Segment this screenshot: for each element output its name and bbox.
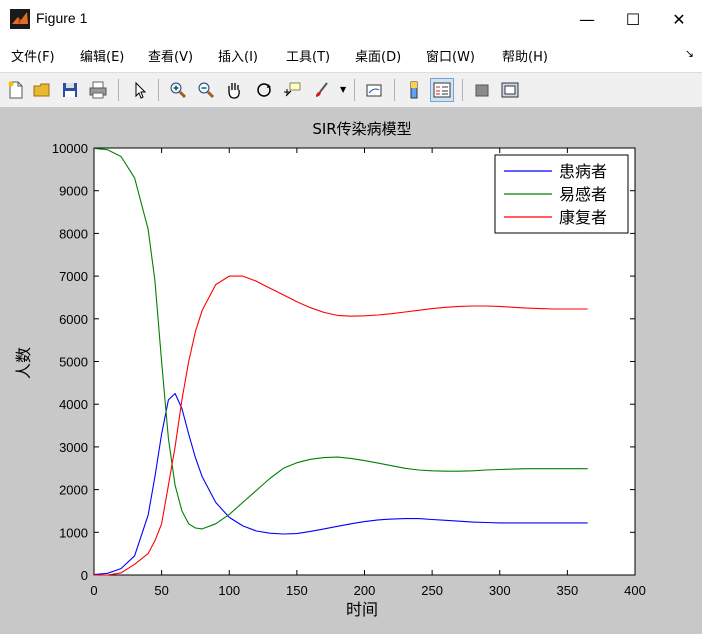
open-file-button[interactable] — [30, 78, 54, 102]
menu-insert[interactable]: 插入(I) — [218, 46, 258, 65]
folder-icon — [33, 83, 50, 97]
link-plot-button[interactable] — [362, 78, 386, 102]
minimize-button[interactable]: — — [564, 0, 610, 38]
figure-toolbar: ▼ — [0, 72, 702, 108]
select-arrow-button[interactable] — [128, 78, 152, 102]
insert-legend-button[interactable] — [430, 78, 454, 102]
close-button[interactable]: ✕ — [656, 0, 702, 38]
menu-help[interactable]: 帮助(H) — [502, 46, 548, 65]
title-bar: Figure 1 — ☐ ✕ — [0, 0, 702, 38]
pointer-arrow-icon — [135, 81, 147, 99]
menu-bar: 文件(F) 编辑(E) 查看(V) 插入(I) 工具(T) 桌面(D) 窗口(W… — [0, 38, 702, 72]
x-tick-label: 400 — [624, 583, 646, 598]
matlab-logo-icon — [10, 9, 30, 29]
rotate-3d-button[interactable] — [252, 78, 276, 102]
y-tick-label: 0 — [81, 568, 88, 583]
x-tick-label: 100 — [218, 583, 240, 598]
toolbar-separator — [462, 79, 463, 101]
legend-label-1: 易感者 — [559, 185, 607, 204]
chart-title: SIR传染病模型 — [312, 120, 411, 138]
x-tick-label: 200 — [354, 583, 376, 598]
legend-label-2: 康复者 — [559, 208, 607, 227]
zoom-in-icon — [170, 82, 187, 99]
x-axis-label: 时间 — [346, 600, 378, 619]
y-tick-label: 3000 — [59, 440, 88, 455]
y-tick-label: 9000 — [59, 184, 88, 199]
toolbar-separator — [354, 79, 355, 101]
menu-edit[interactable]: 编辑(E) — [80, 46, 124, 65]
save-icon — [63, 83, 77, 97]
menu-tools[interactable]: 工具(T) — [286, 46, 330, 65]
y-tick-label: 6000 — [59, 312, 88, 327]
print-button[interactable] — [86, 78, 110, 102]
pan-button[interactable] — [222, 78, 246, 102]
x-tick-label: 50 — [154, 583, 168, 598]
menu-file[interactable]: 文件(F) — [11, 46, 55, 65]
close-icon: ✕ — [672, 9, 686, 29]
data-cursor-icon — [284, 82, 301, 97]
zoom-out-icon — [198, 82, 215, 99]
legend-icon — [433, 82, 451, 98]
figure-canvas[interactable]: SIR传染病模型 0 50 100 150 200 250 300 350 400 0 1000 2… — [0, 107, 702, 634]
zoom-in-button[interactable] — [166, 78, 190, 102]
brush-dropdown-icon[interactable]: ▼ — [340, 85, 346, 94]
window-title: Figure 1 — [36, 10, 88, 26]
show-plot-tools-icon — [501, 82, 519, 98]
y-tick-label: 7000 — [59, 269, 88, 284]
sir-chart: SIR传染病模型 0 50 100 150 200 250 300 350 400 0 1000 2… — [14, 120, 646, 619]
y-tick-label: 4000 — [59, 397, 88, 412]
rotate-icon — [257, 83, 271, 97]
y-tick-label: 8000 — [59, 226, 88, 241]
brush-button[interactable] — [310, 78, 334, 102]
link-plot-icon — [366, 84, 382, 97]
toolbar-separator — [118, 79, 119, 101]
brush-icon — [316, 82, 328, 97]
x-tick-label: 300 — [489, 583, 511, 598]
menu-window[interactable]: 窗口(W) — [426, 46, 475, 65]
y-axis-label: 人数 — [14, 347, 33, 379]
new-figure-button[interactable] — [4, 78, 28, 102]
toolbar-separator — [394, 79, 395, 101]
minimize-icon: — — [579, 9, 595, 29]
x-tick-label: 350 — [557, 583, 579, 598]
insert-colorbar-button[interactable] — [402, 78, 426, 102]
colorbar-icon — [410, 81, 418, 99]
hand-pan-icon — [228, 83, 240, 99]
maximize-icon: ☐ — [625, 9, 641, 29]
toolbar-separator — [158, 79, 159, 101]
new-file-icon — [8, 81, 23, 99]
legend[interactable]: 患病者易感者康复者 — [494, 154, 629, 234]
menu-overflow-icon[interactable]: ↘ — [685, 47, 694, 60]
show-plot-tools-button[interactable] — [498, 78, 522, 102]
menu-desktop[interactable]: 桌面(D) — [355, 46, 401, 65]
figure-window: Figure 1 — ☐ ✕ 文件(F) 编辑(E) 查看(V) 插入(I) 工… — [0, 0, 702, 634]
hide-plot-tools-button[interactable] — [470, 78, 494, 102]
zoom-out-button[interactable] — [194, 78, 218, 102]
save-button[interactable] — [58, 78, 82, 102]
y-tick-label: 1000 — [59, 525, 88, 540]
y-tick-label: 10000 — [52, 141, 88, 156]
menu-view[interactable]: 查看(V) — [148, 46, 193, 65]
y-tick-label: 5000 — [59, 355, 88, 370]
x-tick-label: 250 — [421, 583, 443, 598]
data-cursor-button[interactable] — [280, 78, 304, 102]
maximize-button[interactable]: ☐ — [610, 0, 656, 38]
x-tick-label: 0 — [90, 583, 97, 598]
printer-icon — [89, 81, 107, 99]
hide-plot-tools-icon — [475, 84, 489, 97]
y-tick-label: 2000 — [59, 483, 88, 498]
x-tick-label: 150 — [286, 583, 308, 598]
legend-label-0: 患病者 — [559, 162, 607, 181]
